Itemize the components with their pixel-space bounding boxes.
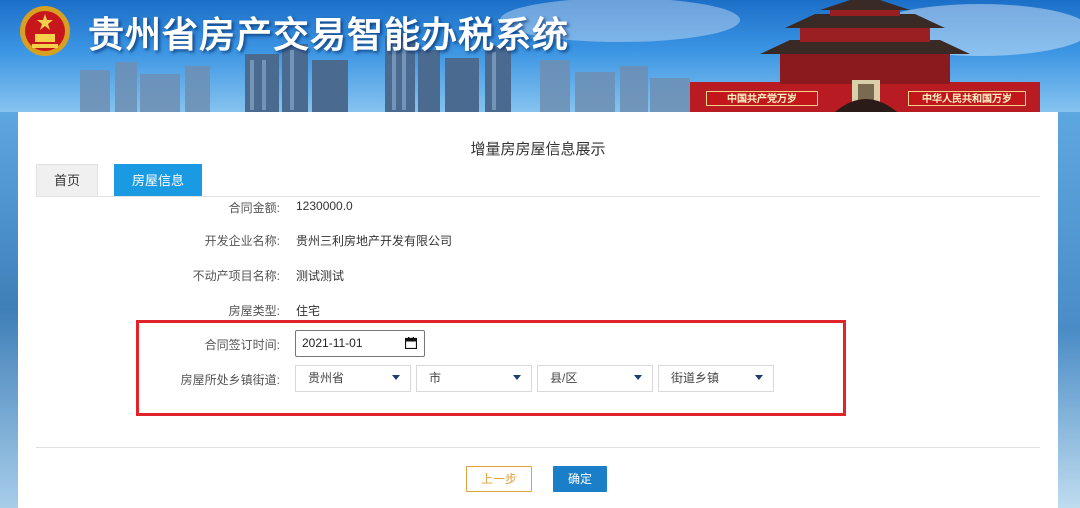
slogan-left: 中国共产党万岁 xyxy=(706,91,818,106)
chevron-down-icon xyxy=(634,375,642,380)
house-info-form[interactable]: 合同金额: 1230000.0 开发企业名称: 贵州三利房地产开发有限公司 不动… xyxy=(36,197,1040,447)
footer-divider xyxy=(36,447,1040,448)
chevron-down-icon xyxy=(392,375,400,380)
national-emblem-icon xyxy=(20,6,70,56)
tab-bar: 首页 房屋信息 xyxy=(36,164,203,196)
developer-name-label: 开发企业名称: xyxy=(204,234,280,248)
prev-step-button[interactable]: 上一步 xyxy=(466,466,532,492)
field-contract-amount: 合同金额: 1230000.0 xyxy=(36,199,1040,219)
district-select[interactable]: 县/区 xyxy=(537,365,653,392)
field-sign-date: 合同签订时间: xyxy=(36,336,1040,356)
sign-date-input[interactable]: 2021-11-01 xyxy=(295,330,425,357)
street-select-value: 街道乡镇 xyxy=(671,371,720,385)
sign-date-label: 合同签订时间: xyxy=(204,338,280,352)
field-house-type: 房屋类型: 住宅 xyxy=(36,302,1040,322)
calendar-icon[interactable] xyxy=(405,337,417,349)
house-type-value: 住宅 xyxy=(296,304,321,318)
confirm-button[interactable]: 确定 xyxy=(553,466,607,492)
system-title: 贵州省房产交易智能办税系统 xyxy=(88,14,570,56)
tab-home[interactable]: 首页 xyxy=(36,164,99,196)
city-select-value: 市 xyxy=(429,371,442,385)
chevron-down-icon xyxy=(513,375,521,380)
developer-name-value: 贵州三利房地产开发有限公司 xyxy=(296,234,453,248)
sign-date-value: 2021-11-01 xyxy=(302,336,363,350)
tab-house-info[interactable]: 房屋信息 xyxy=(114,164,203,196)
district-select-value: 县/区 xyxy=(550,371,578,385)
chevron-down-icon xyxy=(755,375,763,380)
slogan-right: 中华人民共和国万岁 xyxy=(908,91,1026,106)
province-select-value: 贵州省 xyxy=(308,371,345,385)
city-select[interactable]: 市 xyxy=(416,365,532,392)
province-select[interactable]: 贵州省 xyxy=(295,365,411,392)
background-right xyxy=(1056,112,1080,508)
project-name-value: 测试测试 xyxy=(296,269,345,283)
field-developer-name: 开发企业名称: 贵州三利房地产开发有限公司 xyxy=(36,232,1040,252)
house-type-label: 房屋类型: xyxy=(228,304,280,318)
street-select[interactable]: 街道乡镇 xyxy=(658,365,774,392)
location-label: 房屋所处乡镇街道: xyxy=(180,373,280,387)
page-title: 增量房房屋信息展示 xyxy=(470,141,606,158)
field-project-name: 不动产项目名称: 测试测试 xyxy=(36,267,1040,287)
background-left xyxy=(0,112,20,508)
header-banner: 贵州省房产交易智能办税系统 中国共产党万岁 中华人民共和国万岁 xyxy=(0,0,1080,112)
project-name-label: 不动产项目名称: xyxy=(192,269,280,283)
contract-amount-value: 1230000.0 xyxy=(296,199,353,213)
main-panel: 增量房房屋信息展示 首页 房屋信息 合同金额: 1230000.0 开发企业名称… xyxy=(18,112,1058,508)
contract-amount-label: 合同金额: xyxy=(228,201,280,215)
